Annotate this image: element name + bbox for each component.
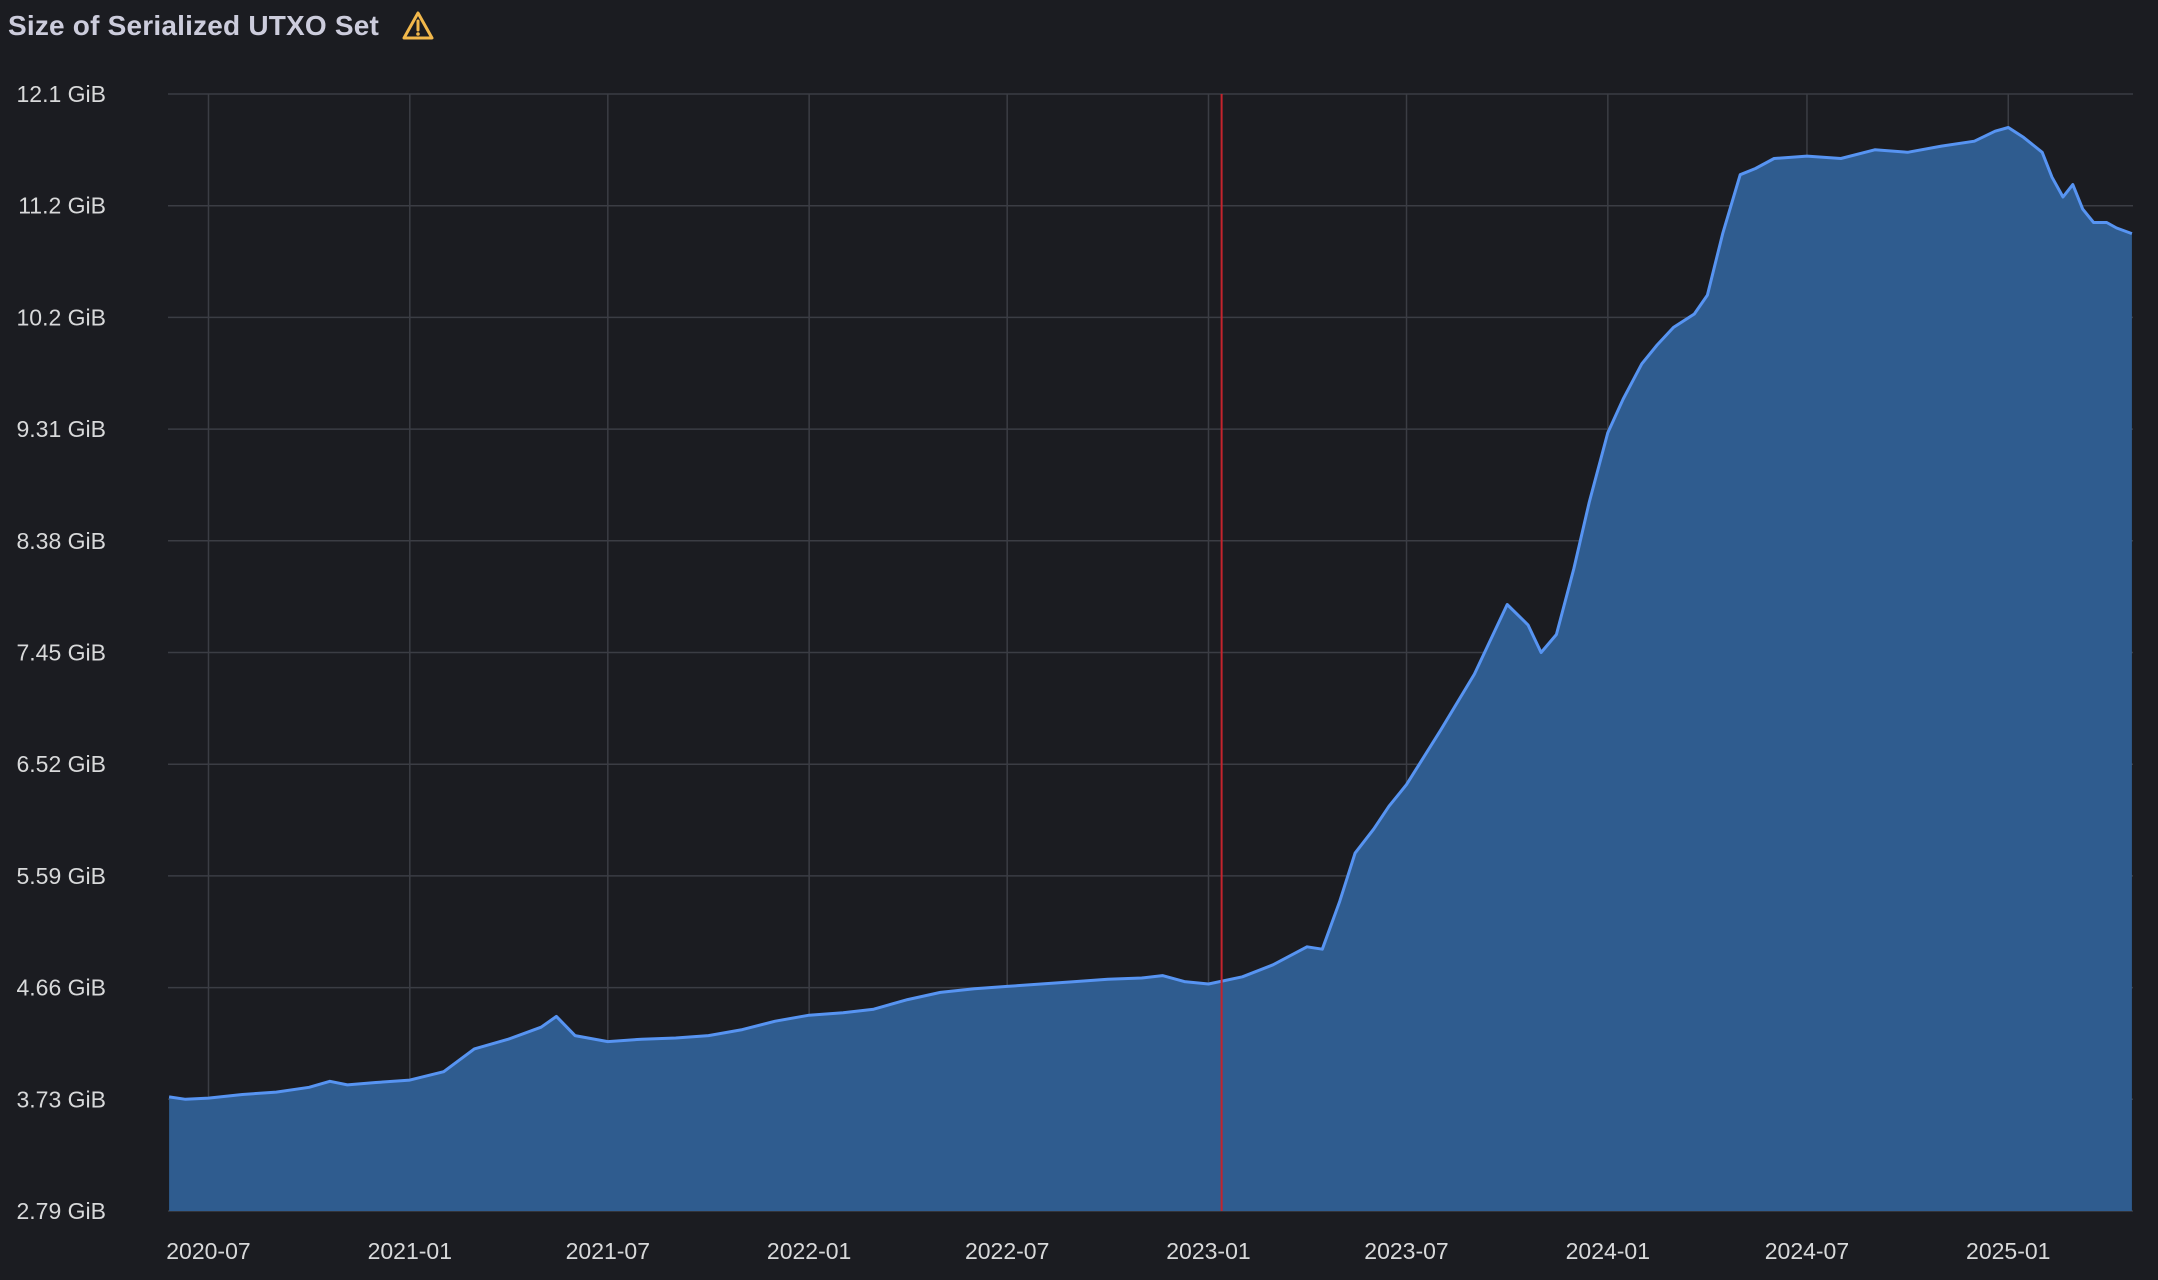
- utxo-size-chart[interactable]: 2.79 GiB 3.73 GiB 4.66 GiB 5.59 GiB 6.52 GiB…: [0, 0, 2158, 1280]
- series-area-fill[interactable]: [169, 127, 2132, 1212]
- x-tick-label: 2024-07: [1765, 1238, 1849, 1264]
- x-tick-label: 2022-01: [767, 1238, 851, 1264]
- panel-title[interactable]: Size of Serialized UTXO Set: [8, 10, 379, 42]
- x-tick-label: 2023-01: [1166, 1238, 1250, 1264]
- x-axis: 2020-07 2021-01 2021-07 2022-01 2022-07 2023-…: [166, 1238, 2050, 1264]
- y-axis: 2.79 GiB 3.73 GiB 4.66 GiB 5.59 GiB 6.52 GiB…: [17, 81, 107, 1224]
- warning-triangle-icon[interactable]: [401, 10, 435, 42]
- y-tick-label: 7.45 GiB: [17, 640, 107, 666]
- y-tick-label: 5.59 GiB: [17, 863, 107, 889]
- panel-header: Size of Serialized UTXO Set: [8, 8, 435, 44]
- y-tick-label: 9.31 GiB: [17, 416, 107, 442]
- y-tick-label: 11.2 GiB: [18, 193, 106, 219]
- x-tick-label: 2020-07: [166, 1238, 250, 1264]
- chart-panel: 2.79 GiB 3.73 GiB 4.66 GiB 5.59 GiB 6.52 GiB…: [0, 0, 2158, 1280]
- x-tick-label: 2022-07: [965, 1238, 1049, 1264]
- series-area: [168, 126, 2133, 1212]
- y-tick-label: 10.2 GiB: [17, 304, 107, 330]
- x-tick-label: 2025-01: [1966, 1238, 2050, 1264]
- x-tick-label: 2023-07: [1364, 1238, 1448, 1264]
- y-tick-label: 2.79 GiB: [17, 1198, 107, 1224]
- y-tick-label: 3.73 GiB: [17, 1086, 107, 1112]
- x-tick-label: 2024-01: [1566, 1238, 1650, 1264]
- y-tick-label: 8.38 GiB: [17, 528, 107, 554]
- y-tick-label: 12.1 GiB: [17, 81, 107, 107]
- x-tick-label: 2021-01: [368, 1238, 452, 1264]
- x-tick-label: 2021-07: [566, 1238, 650, 1264]
- y-tick-label: 4.66 GiB: [17, 975, 107, 1001]
- y-tick-label: 6.52 GiB: [17, 751, 107, 777]
